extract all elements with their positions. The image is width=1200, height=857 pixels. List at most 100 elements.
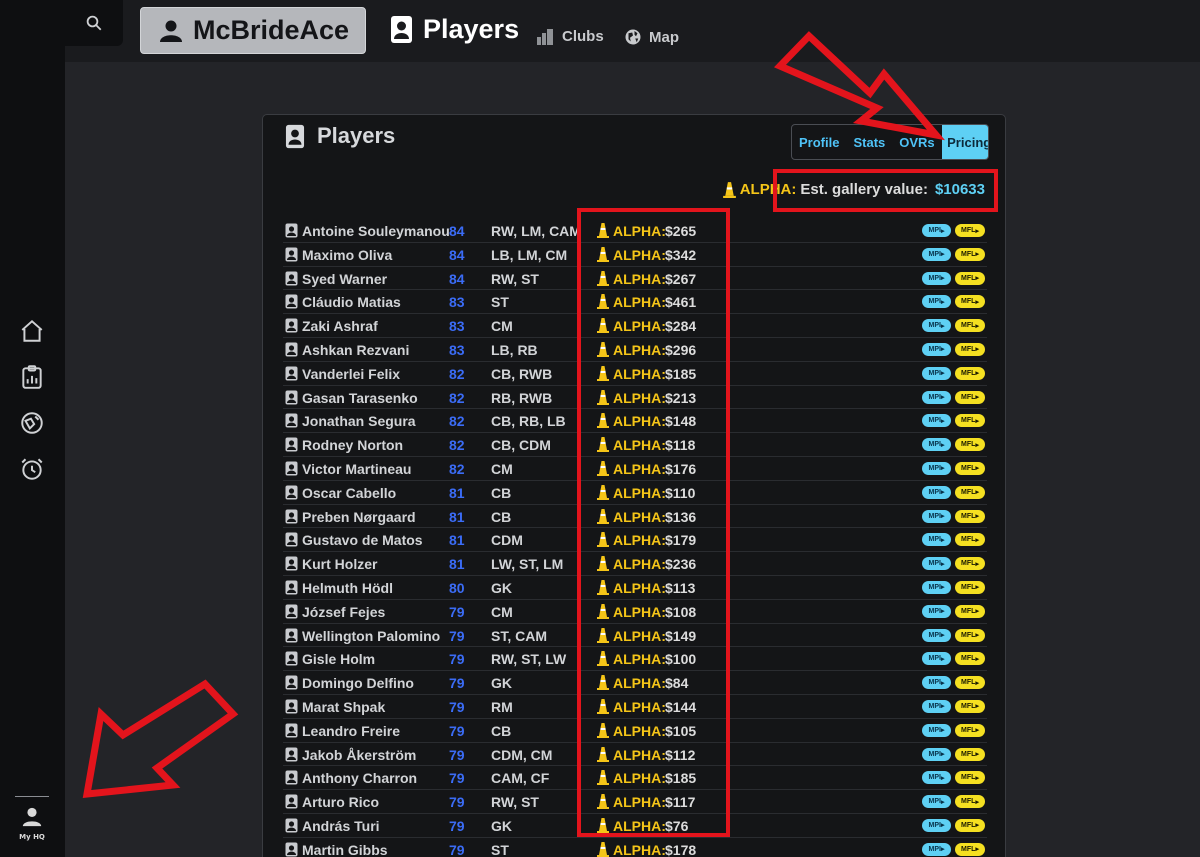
player-name[interactable]: Gustavo de Matos — [302, 532, 423, 548]
mfl-button[interactable]: MFL ▸ — [955, 414, 985, 428]
home-icon[interactable] — [18, 317, 46, 345]
mfl-button[interactable]: MFL ▸ — [955, 747, 985, 761]
player-name[interactable]: Arturo Rico — [302, 794, 379, 810]
mpi-button[interactable]: MPI ▸ — [922, 319, 951, 333]
mfl-button[interactable]: MFL ▸ — [955, 557, 985, 571]
player-ovr: 84 — [449, 270, 465, 287]
player-name[interactable]: Gisle Holm — [302, 651, 375, 667]
player-name[interactable]: Rodney Norton — [302, 437, 403, 453]
mpi-button[interactable]: MPI ▸ — [922, 818, 951, 832]
mfl-button[interactable]: MFL ▸ — [955, 271, 985, 285]
mfl-button[interactable]: MFL ▸ — [955, 247, 985, 261]
mpi-button[interactable]: MPI ▸ — [922, 342, 951, 356]
player-name[interactable]: Ashkan Rezvani — [302, 342, 409, 358]
nav-clubs-link[interactable]: Clubs — [537, 28, 604, 45]
mfl-button[interactable]: MFL ▸ — [955, 319, 985, 333]
mfl-button[interactable]: MFL ▸ — [955, 723, 985, 737]
search-button[interactable] — [65, 0, 123, 46]
mfl-label: MFL — [961, 369, 976, 377]
player-name[interactable]: Marat Shpak — [302, 699, 385, 715]
player-name[interactable]: Jakob Åkerström — [302, 747, 416, 763]
mpi-button[interactable]: MPI ▸ — [922, 366, 951, 380]
player-name[interactable]: Kurt Holzer — [302, 556, 377, 572]
alarm-clock-icon[interactable] — [18, 455, 46, 483]
player-name[interactable]: Oscar Cabello — [302, 485, 396, 501]
player-name[interactable]: József Fejes — [302, 604, 385, 620]
mfl-button[interactable]: MFL ▸ — [955, 580, 985, 594]
mfl-button[interactable]: MFL ▸ — [955, 628, 985, 642]
mpi-button[interactable]: MPI ▸ — [922, 652, 951, 666]
mpi-button[interactable]: MPI ▸ — [922, 842, 951, 856]
mfl-button[interactable]: MFL ▸ — [955, 461, 985, 475]
player-name[interactable]: Maximo Oliva — [302, 247, 392, 263]
player-name[interactable]: Domingo Delfino — [302, 675, 414, 691]
player-name[interactable]: Antoine Souleymanou — [302, 223, 450, 239]
player-ovr: 81 — [449, 484, 465, 501]
player-name[interactable]: Zaki Ashraf — [302, 318, 378, 334]
mpi-button[interactable]: MPI ▸ — [922, 247, 951, 261]
player-name[interactable]: Helmuth Hödl — [302, 580, 393, 596]
clipboard-chart-icon[interactable] — [18, 363, 46, 391]
player-name[interactable]: Jonathan Segura — [302, 413, 416, 429]
mfl-button[interactable]: MFL ▸ — [955, 533, 985, 547]
mpi-button[interactable]: MPI ▸ — [922, 271, 951, 285]
player-name[interactable]: Martin Gibbs — [302, 842, 388, 857]
mfl-button[interactable]: MFL ▸ — [955, 509, 985, 523]
mfl-button[interactable]: MFL ▸ — [955, 485, 985, 499]
mfl-button[interactable]: MFL ▸ — [955, 438, 985, 452]
mpi-button[interactable]: MPI ▸ — [922, 557, 951, 571]
nav-clubs-label: Clubs — [562, 28, 604, 45]
mfl-button[interactable]: MFL ▸ — [955, 818, 985, 832]
mpi-button[interactable]: MPI ▸ — [922, 414, 951, 428]
mpi-button[interactable]: MPI ▸ — [922, 295, 951, 309]
mfl-button[interactable]: MFL ▸ — [955, 771, 985, 785]
player-name[interactable]: Leandro Freire — [302, 723, 400, 739]
mpi-button[interactable]: MPI ▸ — [922, 747, 951, 761]
player-name[interactable]: Gasan Tarasenko — [302, 390, 418, 406]
mfl-label: MFL — [961, 322, 976, 330]
mfl-button[interactable]: MFL ▸ — [955, 224, 985, 237]
mfl-button[interactable]: MFL ▸ — [955, 604, 985, 618]
mpi-label: MPI — [928, 631, 941, 639]
mpi-button[interactable]: MPI ▸ — [922, 509, 951, 523]
player-name[interactable]: Syed Warner — [302, 271, 387, 287]
player-name[interactable]: Preben Nørgaard — [302, 509, 416, 525]
player-name[interactable]: András Turi — [302, 818, 380, 834]
mfl-button[interactable]: MFL ▸ — [955, 342, 985, 356]
nav-players-link[interactable]: Players — [390, 14, 519, 45]
player-name[interactable]: Wellington Palomino — [302, 628, 440, 644]
mpi-button[interactable]: MPI ▸ — [922, 224, 951, 237]
mpi-button[interactable]: MPI ▸ — [922, 390, 951, 404]
mpi-button[interactable]: MPI ▸ — [922, 676, 951, 690]
player-name[interactable]: Victor Martineau — [302, 461, 411, 477]
mfl-button[interactable]: MFL ▸ — [955, 795, 985, 809]
mfl-button[interactable]: MFL ▸ — [955, 652, 985, 666]
mpi-button[interactable]: MPI ▸ — [922, 699, 951, 713]
mpi-button[interactable]: MPI ▸ — [922, 628, 951, 642]
user-profile-button[interactable]: McBrideAce — [140, 7, 366, 54]
mpi-button[interactable]: MPI ▸ — [922, 485, 951, 499]
mpi-button[interactable]: MPI ▸ — [922, 795, 951, 809]
my-hq-button[interactable]: My HQ — [10, 806, 54, 841]
table-row[interactable]: Martin Gibbs 79 ST ALPHA: $178 MPI ▸ MFL ▸ — [283, 838, 987, 857]
player-name[interactable]: Anthony Charron — [302, 770, 417, 786]
mfl-button[interactable]: MFL ▸ — [955, 390, 985, 404]
mpi-button[interactable]: MPI ▸ — [922, 461, 951, 475]
mfl-button[interactable]: MFL ▸ — [955, 842, 985, 856]
player-price: $178 — [665, 841, 697, 857]
mpi-button[interactable]: MPI ▸ — [922, 723, 951, 737]
mfl-button[interactable]: MFL ▸ — [955, 699, 985, 713]
player-name[interactable]: Cláudio Matias — [302, 294, 401, 310]
username-label: McBrideAce — [193, 15, 350, 45]
nav-map-link[interactable]: Map — [624, 28, 679, 46]
mpi-button[interactable]: MPI ▸ — [922, 604, 951, 618]
player-name[interactable]: Vanderlei Felix — [302, 366, 400, 382]
mfl-button[interactable]: MFL ▸ — [955, 676, 985, 690]
mpi-button[interactable]: MPI ▸ — [922, 580, 951, 594]
mpi-button[interactable]: MPI ▸ — [922, 438, 951, 452]
mfl-button[interactable]: MFL ▸ — [955, 366, 985, 380]
globe-football-icon[interactable] — [18, 409, 46, 437]
mpi-button[interactable]: MPI ▸ — [922, 533, 951, 547]
mfl-button[interactable]: MFL ▸ — [955, 295, 985, 309]
mpi-button[interactable]: MPI ▸ — [922, 771, 951, 785]
